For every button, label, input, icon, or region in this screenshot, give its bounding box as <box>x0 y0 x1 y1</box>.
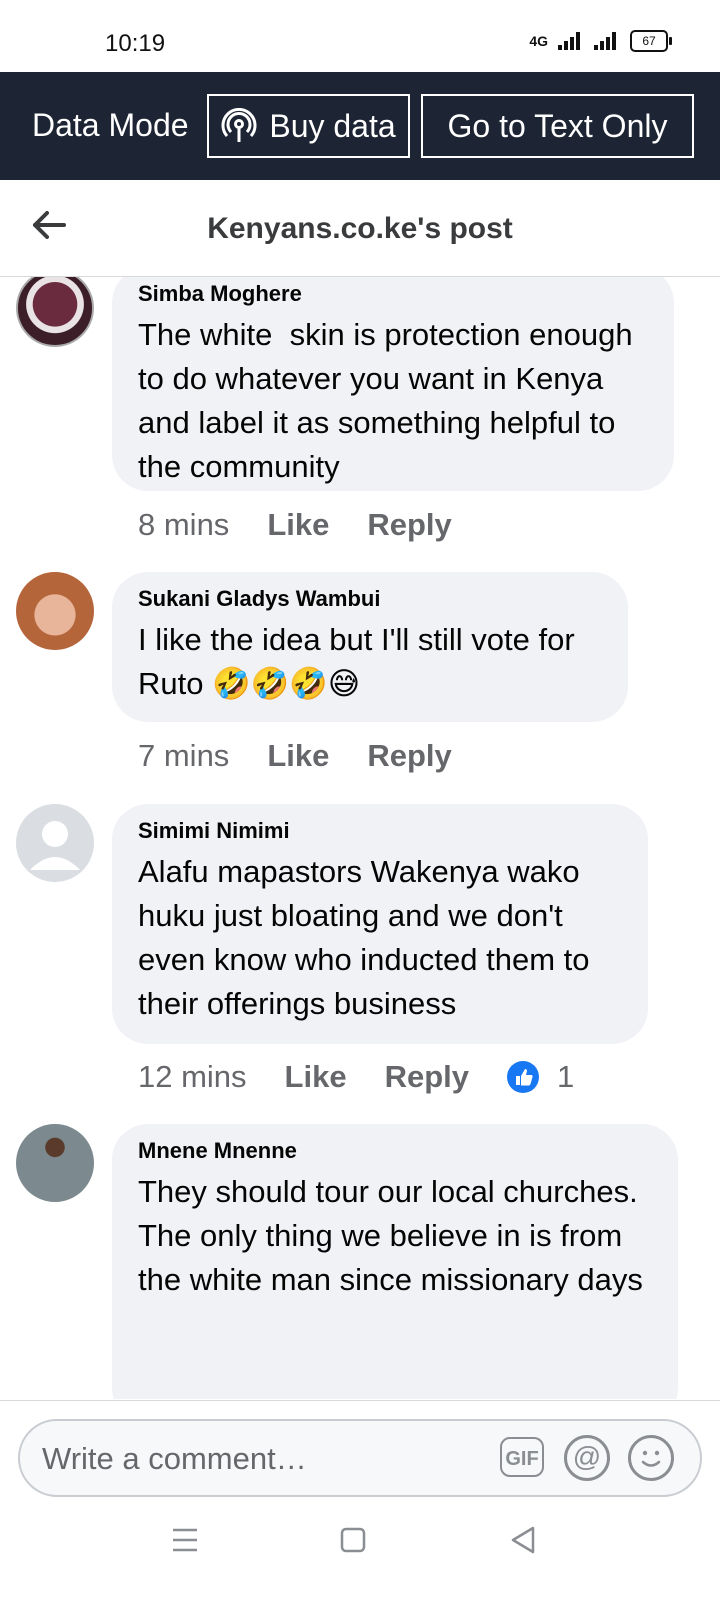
comment-text: Alafu mapastors Wakenya wako huku just b… <box>138 854 599 1021</box>
home-icon[interactable] <box>333 1520 373 1560</box>
avatar[interactable] <box>16 277 94 347</box>
post-header: Kenyans.co.ke's post <box>0 180 720 277</box>
data-mode-bar: Data Mode Buy data Go to Text Only <box>0 72 720 180</box>
reaction-count[interactable]: 1 <box>507 1059 574 1095</box>
like-button[interactable]: Like <box>267 738 329 774</box>
gif-icon[interactable]: GIF <box>500 1437 544 1477</box>
comment-time: 8 mins <box>138 507 230 542</box>
comment-author[interactable]: Simba Moghere <box>138 281 648 307</box>
default-avatar-icon <box>30 821 80 870</box>
back-icon[interactable] <box>503 1520 543 1560</box>
comment-time: 7 mins <box>138 738 230 773</box>
avatar[interactable] <box>16 572 94 650</box>
comment-time: 12 mins <box>138 1059 247 1094</box>
reaction-number: 1 <box>557 1059 575 1094</box>
comment-text: I like the idea but I'll still vote for … <box>138 622 584 701</box>
comments-feed[interactable]: Simba Moghere The white skin is protecti… <box>0 277 720 1399</box>
comment-text: The white skin is protection enough to d… <box>138 317 642 484</box>
avatar[interactable] <box>16 1124 94 1202</box>
reply-button[interactable]: Reply <box>367 738 451 774</box>
comment-actions: 12 mins Like Reply 1 <box>138 1059 574 1095</box>
status-bar: 10:19 4G 67 <box>0 0 720 72</box>
buy-data-button[interactable]: Buy data <box>207 94 410 158</box>
network-type: 4G <box>529 33 548 49</box>
page-title: Kenyans.co.ke's post <box>207 212 513 245</box>
comment-actions: 8 mins Like Reply <box>138 507 452 543</box>
data-mode-label: Data Mode <box>32 107 189 143</box>
like-button[interactable]: Like <box>267 507 329 543</box>
comment-author[interactable]: Mnene Mnenne <box>138 1138 652 1164</box>
buy-data-icon <box>221 108 257 142</box>
comment-author[interactable]: Sukani Gladys Wambui <box>138 586 602 612</box>
text-only-button[interactable]: Go to Text Only <box>421 94 694 158</box>
like-button[interactable]: Like <box>285 1059 347 1095</box>
comment-input[interactable] <box>40 1433 484 1485</box>
comment-actions: 7 mins Like Reply <box>138 738 452 774</box>
battery-icon: 67 <box>630 30 672 52</box>
buy-data-label: Buy data <box>269 107 396 144</box>
system-nav-bar <box>0 1480 720 1600</box>
status-icons: 4G 67 <box>529 30 672 52</box>
status-time: 10:19 <box>105 30 166 57</box>
signal-icon <box>558 32 584 50</box>
comment-author[interactable]: Simimi Nimimi <box>138 818 622 844</box>
comment-bubble[interactable]: Simimi Nimimi Alafu mapastors Wakenya wa… <box>112 804 648 1044</box>
reply-button[interactable]: Reply <box>367 507 451 543</box>
emoji-icon[interactable] <box>628 1435 674 1481</box>
signal-icon-2 <box>594 32 620 50</box>
reply-button[interactable]: Reply <box>385 1059 469 1095</box>
avatar[interactable] <box>16 804 94 882</box>
mention-icon[interactable]: @ <box>564 1435 610 1481</box>
menu-icon[interactable] <box>165 1520 205 1560</box>
comment-text: They should tour our local churches. The… <box>138 1174 643 1297</box>
comment-bubble[interactable]: Simba Moghere The white skin is protecti… <box>112 277 674 491</box>
thumbs-up-icon <box>507 1061 539 1093</box>
comment-bubble[interactable]: Mnene Mnenne They should tour our local … <box>112 1124 678 1399</box>
comment-bubble[interactable]: Sukani Gladys Wambui I like the idea but… <box>112 572 628 722</box>
text-only-label: Go to Text Only <box>447 107 668 144</box>
